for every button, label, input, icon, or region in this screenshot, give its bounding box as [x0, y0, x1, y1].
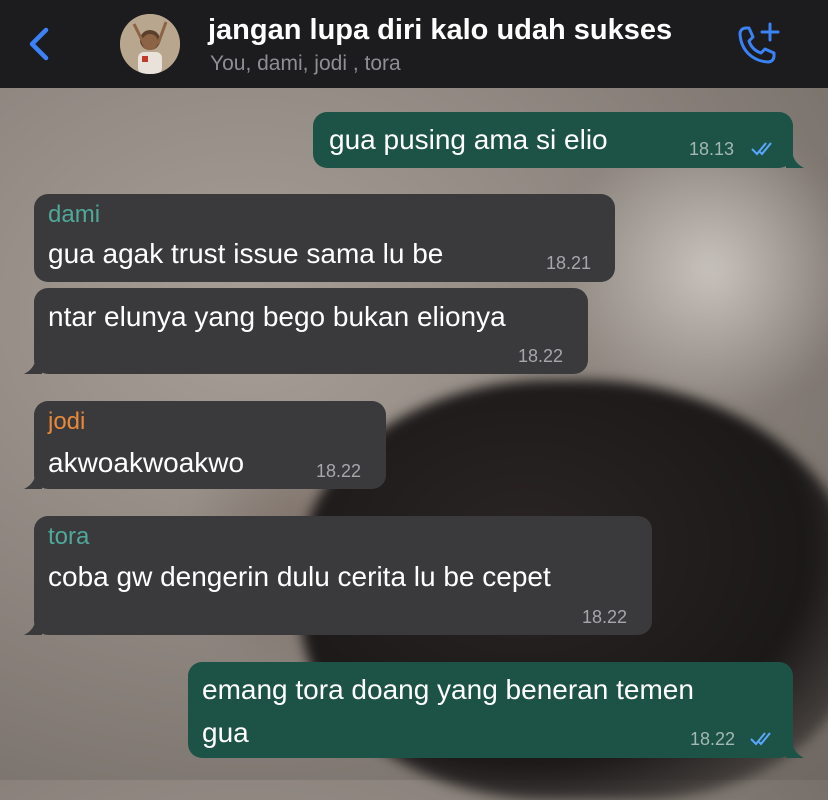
read-receipt-icon	[751, 142, 772, 156]
message-time: 18.22	[582, 607, 628, 627]
message-bubble-incoming[interactable]: tora coba gw dengerin dulu cerita lu be …	[34, 516, 652, 635]
message-time: 18.13	[689, 139, 735, 159]
chat-header: jangan lupa diri kalo udah sukses You, d…	[0, 0, 828, 88]
read-receipt-icon	[750, 732, 771, 746]
message-text-line-2: gua	[202, 717, 249, 748]
chevron-left-icon	[29, 27, 49, 61]
message-text: gua agak trust issue sama lu be	[48, 238, 444, 269]
message-text-line-1: emang tora doang yang beneran temen	[202, 674, 694, 705]
sender-name: jodi	[48, 408, 86, 435]
add-call-icon	[738, 22, 780, 64]
message-text: ntar elunya yang bego bukan elionya	[48, 301, 506, 332]
bubble-tail	[24, 469, 42, 489]
message-time: 18.22	[316, 461, 362, 481]
avatar-image	[120, 14, 180, 74]
message-text: coba gw dengerin dulu cerita lu be cepet	[48, 561, 551, 592]
message-text: akwoakwoakwo	[48, 447, 245, 478]
group-avatar[interactable]	[120, 14, 180, 74]
message-bubble-outgoing[interactable]: emang tora doang yang beneran temen gua …	[188, 662, 793, 758]
message-time: 18.22	[690, 729, 736, 749]
message-bubble-incoming[interactable]: dami gua agak trust issue sama lu be 18.…	[34, 194, 615, 282]
add-call-button[interactable]	[734, 20, 784, 68]
back-button[interactable]	[20, 22, 60, 66]
sender-name: tora	[48, 523, 90, 550]
message-text: gua pusing ama si elio	[329, 124, 608, 155]
bubble-tail	[786, 738, 804, 758]
bubble-tail	[24, 354, 42, 374]
message-bubble-incoming[interactable]: ntar elunya yang bego bukan elionya 18.2…	[34, 288, 588, 374]
bubble-tail	[24, 615, 42, 635]
message-time: 18.22	[518, 346, 564, 366]
message-bubble-incoming[interactable]: jodi akwoakwoakwo 18.22	[34, 401, 386, 489]
message-time: 18.21	[546, 253, 592, 273]
sender-name: dami	[48, 201, 101, 228]
chat-participants[interactable]: You, dami, jodi , tora	[210, 52, 401, 76]
chat-title[interactable]: jangan lupa diri kalo udah sukses	[208, 14, 672, 47]
message-bubble-outgoing[interactable]: gua pusing ama si elio 18.13	[313, 112, 793, 168]
bubble-tail	[786, 148, 804, 168]
